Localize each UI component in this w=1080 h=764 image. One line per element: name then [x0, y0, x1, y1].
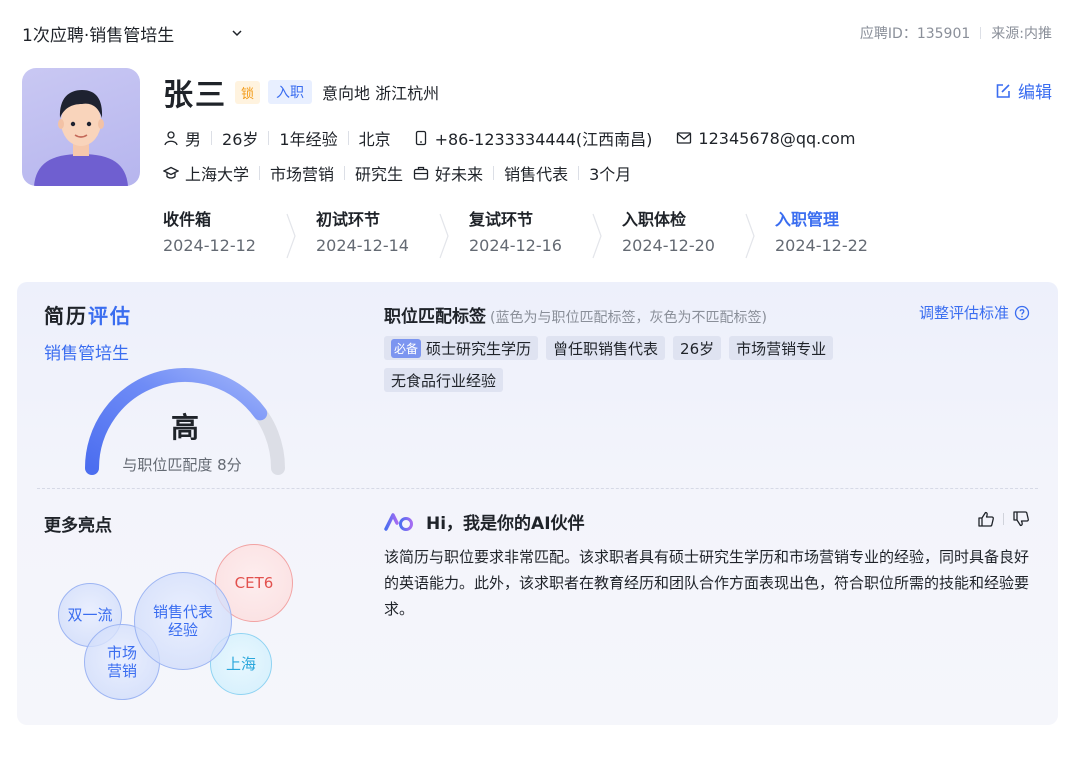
stage-medical-check[interactable]: 入职体检 2024-12-20 [622, 206, 775, 259]
basic-info-row: 男 26岁 1年经验 北京 +86-1233334444(江西南昌) 12345… [163, 126, 855, 150]
school: 上海大学 [185, 165, 250, 184]
adjust-criteria-label: 调整评估标准 [918, 304, 1009, 322]
match-level: 高 [170, 411, 199, 444]
match-tag-label: 市场营销专业 [736, 339, 827, 358]
match-score: 与职位匹配度 8分 [122, 456, 242, 474]
company: 好未来 [435, 165, 484, 184]
briefcase-icon [413, 166, 429, 180]
chevron-right-icon [439, 213, 449, 259]
ai-greeting: Hi，我是你的AI伙伴 [426, 514, 585, 534]
ai-assistant-header: Hi，我是你的AI伙伴 [384, 509, 585, 534]
chevron-right-icon [745, 213, 755, 259]
edit-icon [996, 83, 1010, 98]
match-tag-list: 必备 硕士研究生学历 曾任职销售代表 26岁 市场营销专业 无食品行业经验 [384, 336, 904, 392]
application-select-label: 1次应聘·销售管培生 [22, 25, 175, 46]
match-tags-heading: 职位匹配标签 [384, 307, 486, 327]
divider [344, 166, 346, 180]
ai-logo-icon [384, 512, 413, 531]
process-stages: 收件箱 2024-12-12 初试环节 2024-12-14 复试环节 2024… [163, 206, 928, 259]
divider [1003, 513, 1004, 525]
stage-badge: 入职 [268, 80, 313, 104]
match-tag-label: 曾任职销售代表 [553, 339, 659, 358]
match-tag-label: 26岁 [680, 339, 715, 358]
bubble-label: 双一流 [67, 606, 113, 624]
match-tag-label: 无食品行业经验 [391, 371, 497, 390]
match-tag: 无食品行业经验 [384, 368, 504, 392]
avatar [22, 68, 140, 186]
education-work-row: 上海大学 市场营销 研究生 好未来 销售代表 3个月 [163, 161, 631, 185]
stage-inbox[interactable]: 收件箱 2024-12-12 [163, 206, 316, 259]
graduation-cap-icon [163, 166, 179, 179]
required-badge: 必备 [391, 338, 422, 358]
intent-location: 意向地 浙江杭州 [322, 84, 440, 103]
source: 来源:内推 [991, 26, 1052, 42]
top-bar: 1次应聘·销售管培生 应聘ID：135901 来源:内推 [22, 18, 1052, 48]
duration: 3个月 [589, 165, 632, 184]
highlights-title: 更多亮点 [44, 516, 112, 536]
evaluation-title-part: 简历 [44, 304, 88, 328]
resume-evaluation-card: 简历评估 销售管培生 高 与职位匹配度 8分 职位匹配标签 (蓝色为与职位匹配标签… [17, 282, 1058, 725]
mail-icon [677, 132, 692, 144]
phone: +86-1233334444(江西南昌) [434, 130, 653, 149]
help-icon [1014, 305, 1030, 320]
phone-icon [415, 130, 426, 146]
bubble-label: 上海 [225, 655, 256, 673]
chevron-right-icon [286, 213, 296, 259]
gender: 男 [185, 130, 202, 149]
lock-badge: 锁 [235, 80, 261, 104]
divider [268, 131, 270, 145]
divider [578, 166, 580, 180]
candidate-name: 张三 [163, 78, 227, 113]
match-tag: 曾任职销售代表 [546, 336, 666, 360]
stage-name: 入职管理 [775, 210, 840, 229]
chevron-right-icon [592, 213, 602, 259]
name-row: 张三 锁 入职 意向地 浙江杭州 [163, 72, 440, 113]
divider [980, 27, 982, 39]
application-select[interactable]: 1次应聘·销售管培生 [22, 21, 244, 46]
bubble-label: 市场营销 [106, 644, 137, 680]
adjust-criteria-button[interactable]: 调整评估标准 [919, 302, 1030, 323]
match-tags-title: 职位匹配标签 (蓝色为与职位匹配标签，灰色为不匹配标签) [384, 302, 767, 327]
evaluation-title-accent: 评估 [88, 304, 132, 328]
thumbs-down-icon[interactable] [1012, 510, 1030, 528]
chevron-down-icon [232, 30, 242, 37]
application-meta: 应聘ID：135901 来源:内推 [860, 23, 1052, 43]
person-icon [164, 131, 178, 146]
person-illustration [34, 90, 128, 186]
match-tags-hint: (蓝色为与职位匹配标签，灰色为不匹配标签) [490, 310, 767, 326]
degree: 研究生 [355, 165, 404, 184]
stage-first-interview[interactable]: 初试环节 2024-12-14 [316, 206, 469, 259]
edit-label: 编辑 [1018, 83, 1052, 103]
stage-second-interview[interactable]: 复试环节 2024-12-16 [469, 206, 622, 259]
match-tag: 必备 硕士研究生学历 [384, 336, 539, 360]
stage-onboarding[interactable]: 入职管理 2024-12-22 [775, 206, 928, 255]
highlight-bubble-sales-exp: 销售代表经验 [134, 572, 232, 670]
email: 12345678@qq.com [698, 128, 856, 148]
highlight-bubbles: CET6 双一流 上海 市场营销 销售代表经验 [47, 540, 327, 710]
bubble-label: 销售代表经验 [152, 603, 213, 639]
ai-summary: 该简历与职位要求非常匹配。该求职者具有硕士研究生学历和市场营销专业的经验，同时具… [384, 548, 1030, 618]
experience: 1年经验 [279, 130, 338, 149]
divider [211, 131, 213, 145]
evaluation-title: 简历评估 [44, 300, 132, 329]
city: 北京 [358, 130, 391, 149]
section-divider [37, 488, 1038, 489]
divider [347, 131, 349, 145]
match-tag: 市场营销专业 [729, 336, 834, 360]
divider [259, 166, 261, 180]
position: 销售代表 [504, 165, 569, 184]
apply-id: 应聘ID：135901 [859, 26, 971, 42]
bubble-label: CET6 [234, 574, 274, 592]
thumbs-up-icon[interactable] [977, 510, 995, 528]
divider [493, 166, 495, 180]
match-tag-label: 硕士研究生学历 [426, 339, 532, 358]
ai-feedback [977, 510, 1030, 528]
major: 市场营销 [270, 165, 335, 184]
age: 26岁 [222, 130, 259, 149]
stage-date: 2024-12-22 [775, 236, 868, 255]
edit-button[interactable]: 编辑 [994, 78, 1052, 103]
match-tag: 26岁 [673, 336, 722, 360]
